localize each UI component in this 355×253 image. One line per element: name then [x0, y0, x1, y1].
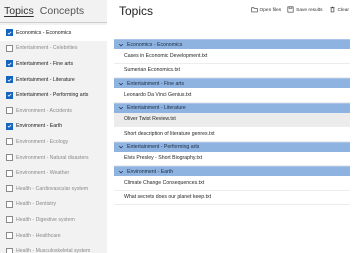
category-label: Environment - Ecology [16, 138, 69, 145]
group-header-label: Entertainment - Performing arts [127, 144, 200, 150]
category-label: Entertainment - Celebrities [16, 45, 78, 52]
chevron-down-icon[interactable] [118, 42, 124, 48]
chevron-down-icon[interactable] [118, 105, 124, 111]
checkmark-icon [7, 31, 12, 35]
document-item[interactable]: Short description of literature genres.t… [114, 127, 350, 142]
category-checkbox[interactable] [6, 122, 13, 130]
category-label: Economics - Economics [16, 29, 72, 36]
group-header[interactable]: Environment - Earth [114, 166, 350, 176]
clear-button[interactable]: Clear [329, 6, 349, 15]
left-panel: Topics Concepts Economics - Economics Ent… [0, 0, 107, 253]
document-item[interactable]: Elvis Presley - Short Biography.txt [114, 151, 350, 166]
category-label: Entertainment - Fine arts [16, 60, 74, 67]
category-label: Entertainment - Performing arts [16, 92, 89, 99]
tabs-divider [0, 22, 107, 23]
panel-tabs: Topics Concepts [4, 4, 84, 20]
tab-concepts[interactable]: Concepts [40, 4, 84, 20]
save-icon [287, 6, 294, 15]
category-label: Entertainment - Literature [16, 76, 75, 83]
category-checkbox[interactable] [6, 60, 13, 68]
save-results-label: Save results [296, 8, 323, 13]
clear-label: Clear [337, 8, 349, 13]
left-scrollbar[interactable] [103, 24, 106, 253]
document-item[interactable]: Sumerian Economics.txt [114, 63, 350, 78]
checkmark-icon [7, 93, 12, 97]
checkmark-icon [7, 62, 12, 66]
category-checkbox[interactable] [6, 200, 13, 208]
category-item[interactable]: Environment - Weather [0, 165, 107, 181]
category-list: Economics - Economics Entertainment - Cel… [0, 25, 107, 253]
results-list: Economics - Economics Cases in Economic D… [114, 39, 350, 205]
group-header-label: Entertainment - Literature [127, 105, 186, 111]
category-checkbox[interactable] [6, 232, 13, 240]
category-item[interactable]: Environment - Accidents [0, 103, 107, 119]
category-item[interactable]: Entertainment - Literature [0, 72, 107, 88]
group-header[interactable]: Entertainment - Literature [114, 102, 350, 113]
category-checkbox[interactable] [6, 169, 13, 177]
group-header-label: Environment - Earth [127, 168, 174, 175]
save-results-button[interactable]: Save results [287, 6, 323, 15]
category-label: Health - Digestive system [16, 216, 75, 223]
folder-open-icon [250, 6, 258, 15]
checkmark-icon [7, 124, 12, 129]
category-checkbox[interactable] [6, 154, 13, 162]
tab-topics[interactable]: Topics [4, 4, 34, 20]
checkmark-icon [7, 78, 12, 82]
category-checkbox[interactable] [6, 138, 13, 146]
document-item[interactable]: Climate Change Consequences.txt [114, 176, 350, 191]
category-item[interactable]: Environment - Earth [0, 119, 107, 135]
category-item[interactable]: Entertainment - Celebrities [0, 41, 107, 57]
category-label: Environment - Earth [16, 123, 63, 130]
category-checkbox[interactable] [6, 247, 13, 253]
document-item[interactable]: Leonardo Da Vinci Genius.txt [114, 88, 350, 103]
category-checkbox[interactable] [6, 44, 13, 52]
category-label: Health - Cardiovascular system [16, 185, 89, 192]
category-item[interactable]: Environment - Ecology [0, 134, 107, 150]
open-files-label: Open files [259, 8, 282, 13]
open-files-button[interactable]: Open files [250, 6, 282, 15]
chevron-down-icon[interactable] [118, 169, 124, 175]
category-item[interactable]: Health - Cardiovascular system [0, 181, 107, 197]
group-header[interactable]: Entertainment - Fine arts [114, 78, 350, 88]
group-header-label: Economics - Economics [127, 41, 183, 48]
category-item[interactable]: Health - Musculoskeletal system [0, 243, 107, 253]
category-label: Health - Musculoskeletal system [16, 248, 91, 253]
chevron-down-icon[interactable] [118, 144, 124, 150]
document-item[interactable]: Cases in Economic Development.txt [114, 49, 350, 64]
category-item[interactable]: Environment - Natural disasters [0, 150, 107, 166]
group-header-label: Entertainment - Fine arts [127, 80, 185, 87]
category-item[interactable]: Economics - Economics [0, 25, 107, 41]
category-checkbox[interactable] [6, 76, 13, 84]
group-header[interactable]: Entertainment - Performing arts [114, 141, 350, 152]
category-checkbox[interactable] [6, 91, 13, 99]
toolbar: Open files Save results Clear [250, 6, 349, 15]
document-item[interactable]: What secrets does our planet keep.txt [114, 190, 350, 205]
category-item[interactable]: Health - Digestive system [0, 212, 107, 228]
category-checkbox[interactable] [6, 107, 13, 115]
category-label: Health - Healthcare [16, 232, 61, 239]
category-label: Environment - Weather [16, 170, 70, 177]
chevron-down-icon[interactable] [118, 81, 124, 87]
category-label: Environment - Natural disasters [16, 154, 89, 161]
category-label: Environment - Accidents [16, 107, 72, 114]
page-title: Topics [119, 4, 154, 18]
category-item[interactable]: Health - Dentistry [0, 197, 107, 213]
category-label: Health - Dentistry [16, 201, 57, 208]
category-checkbox[interactable] [6, 29, 13, 37]
category-item[interactable]: Entertainment - Performing arts [0, 87, 107, 103]
category-item[interactable]: Entertainment - Fine arts [0, 56, 107, 72]
category-item[interactable]: Health - Healthcare [0, 228, 107, 244]
category-checkbox[interactable] [6, 216, 13, 224]
group-header[interactable]: Economics - Economics [114, 39, 350, 49]
document-item[interactable]: Oliver Twist Review.txt [114, 112, 350, 127]
category-checkbox[interactable] [6, 185, 13, 193]
clear-icon [329, 6, 336, 15]
